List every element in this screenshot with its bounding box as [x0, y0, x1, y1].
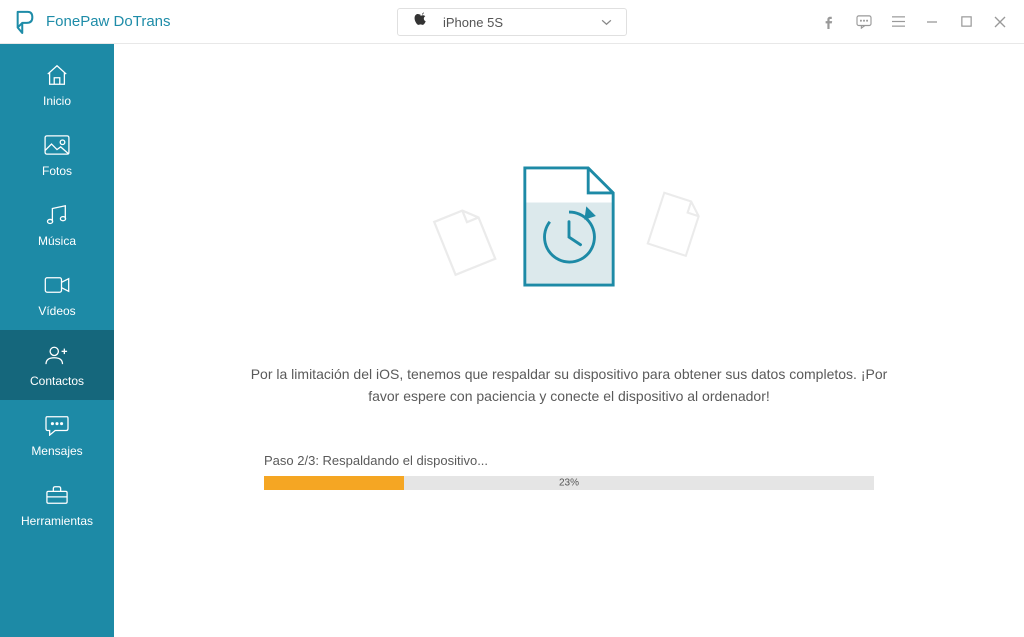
step-label: Paso 2/3: Respaldando el dispositivo... — [264, 453, 874, 468]
photo-icon — [42, 132, 72, 158]
document-center-icon — [521, 164, 617, 294]
sidebar-item-label: Música — [38, 234, 76, 248]
device-name: iPhone 5S — [443, 15, 591, 30]
facebook-icon[interactable] — [820, 12, 840, 32]
document-right-icon — [640, 188, 708, 267]
sidebar-item-musica[interactable]: Música — [0, 190, 114, 260]
feedback-icon[interactable] — [854, 12, 874, 32]
app-logo-icon — [14, 10, 36, 34]
progress-bar: 23% — [264, 476, 874, 490]
sidebar: Inicio Fotos Música Vídeos — [0, 44, 114, 637]
progress-percent-label: 23% — [559, 478, 579, 489]
instruction-text: Por la limitación del iOS, tenemos que r… — [249, 364, 889, 407]
maximize-icon[interactable] — [956, 12, 976, 32]
sidebar-item-label: Contactos — [30, 374, 84, 388]
device-selector[interactable]: iPhone 5S — [397, 8, 627, 36]
sidebar-item-label: Mensajes — [31, 444, 82, 458]
backup-graphic — [459, 164, 679, 324]
video-icon — [42, 272, 72, 298]
titlebar-left: FonePaw DoTrans — [14, 10, 171, 34]
progress-section: Paso 2/3: Respaldando el dispositivo... … — [264, 453, 874, 490]
progress-fill — [264, 476, 404, 490]
titlebar-right — [820, 12, 1010, 32]
sidebar-item-videos[interactable]: Vídeos — [0, 260, 114, 330]
chevron-down-icon — [601, 15, 612, 29]
home-icon — [42, 62, 72, 88]
titlebar: FonePaw DoTrans iPhone 5S — [0, 0, 1024, 44]
document-left-icon — [428, 200, 505, 286]
minimize-icon[interactable] — [922, 12, 942, 32]
sidebar-item-inicio[interactable]: Inicio — [0, 50, 114, 120]
apple-icon — [414, 12, 427, 32]
sidebar-item-fotos[interactable]: Fotos — [0, 120, 114, 190]
main-content: Por la limitación del iOS, tenemos que r… — [114, 44, 1024, 637]
music-icon — [42, 202, 72, 228]
toolbox-icon — [42, 482, 72, 508]
sidebar-item-herramientas[interactable]: Herramientas — [0, 470, 114, 540]
sidebar-item-label: Vídeos — [38, 304, 75, 318]
close-icon[interactable] — [990, 12, 1010, 32]
hamburger-menu-icon[interactable] — [888, 12, 908, 32]
sidebar-item-label: Fotos — [42, 164, 72, 178]
contacts-icon — [42, 342, 72, 368]
sidebar-item-label: Herramientas — [21, 514, 93, 528]
sidebar-item-contactos[interactable]: Contactos — [0, 330, 114, 400]
app-title: FonePaw DoTrans — [46, 13, 171, 30]
sidebar-item-label: Inicio — [43, 94, 71, 108]
messages-icon — [42, 412, 72, 438]
sidebar-item-mensajes[interactable]: Mensajes — [0, 400, 114, 470]
